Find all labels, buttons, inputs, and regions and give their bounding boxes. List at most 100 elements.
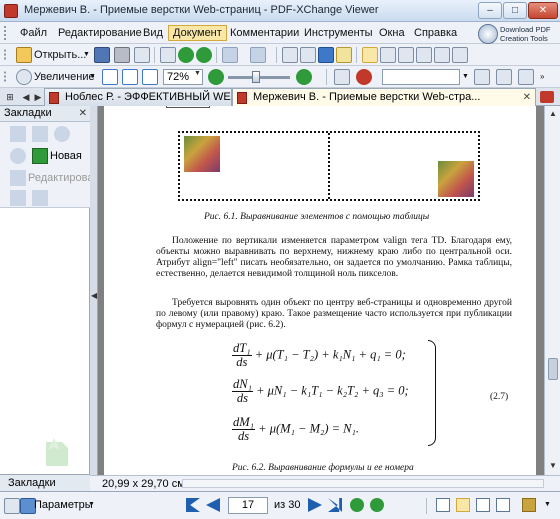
copy-icon[interactable] xyxy=(282,47,298,63)
open-dropdown-icon[interactable]: ▼ xyxy=(83,51,90,58)
redo-icon[interactable] xyxy=(250,47,266,63)
single-page-icon[interactable] xyxy=(436,498,450,512)
formula-3-numerator: dM₁ xyxy=(232,415,256,430)
options-dropdown-icon[interactable]: ▼ xyxy=(88,501,95,508)
formula-1: dT₁ ds + μ(T₁ − T₂) + k₁N₁ + q₁ = 0; xyxy=(232,342,406,369)
undo-icon[interactable] xyxy=(222,47,238,63)
link-icon[interactable] xyxy=(334,69,350,85)
nav-back-icon[interactable] xyxy=(350,498,364,512)
formula-1-denominator: ds xyxy=(236,355,248,369)
ads-icon[interactable] xyxy=(522,498,536,512)
search-dropdown-icon[interactable]: ▼ xyxy=(462,73,469,80)
email-icon[interactable] xyxy=(134,47,150,63)
first-page-icon[interactable] xyxy=(186,498,200,512)
save-icon[interactable] xyxy=(94,47,110,63)
bookmark-search-icon[interactable] xyxy=(10,148,26,164)
back-icon[interactable] xyxy=(178,47,194,63)
delete-bookmark-icon[interactable] xyxy=(10,190,26,206)
new-bookmark-icon[interactable] xyxy=(32,148,48,164)
bookmarks-bottom-tab[interactable]: Закладки xyxy=(0,474,90,491)
continuous-page-icon[interactable] xyxy=(456,498,470,512)
edit-bookmark-icon[interactable] xyxy=(10,170,26,186)
horizontal-scrollbar[interactable] xyxy=(182,479,544,488)
select-text-icon[interactable] xyxy=(380,47,396,63)
menu-tools[interactable]: Инструменты xyxy=(300,25,377,41)
page-number-input[interactable]: 17 xyxy=(228,497,268,514)
continuous-facing-icon[interactable] xyxy=(496,498,510,512)
last-page-icon[interactable] xyxy=(328,498,342,512)
minimize-button[interactable]: – xyxy=(478,2,502,19)
stamp-icon[interactable] xyxy=(434,47,450,63)
search-input[interactable] xyxy=(382,69,460,85)
forward-icon[interactable] xyxy=(196,47,212,63)
find-prev-icon[interactable] xyxy=(474,69,490,85)
fit-width-icon[interactable] xyxy=(142,69,158,85)
menu-windows[interactable]: Окна xyxy=(375,25,409,41)
tab-nobles[interactable]: Ноблес Р. - ЭФФЕКТИВНЫЙ WEB-САЙТ xyxy=(44,88,232,106)
open-folder-icon[interactable] xyxy=(16,47,32,63)
toolbar-grip xyxy=(4,71,14,83)
bookmark-properties-icon[interactable] xyxy=(32,190,48,206)
measure-icon[interactable] xyxy=(452,47,468,63)
menu-file[interactable]: Файл xyxy=(16,25,51,41)
stop-icon[interactable] xyxy=(356,69,372,85)
maximize-button[interactable]: □ xyxy=(503,2,527,19)
download-pdf-tools-button[interactable]: Download PDF Creation Tools xyxy=(478,24,558,46)
panel-splitter[interactable]: ◀ xyxy=(90,106,98,491)
collapse-bookmarks-icon[interactable] xyxy=(32,126,48,142)
scroll-down-icon[interactable]: ▼ xyxy=(547,460,559,472)
highlight-icon[interactable] xyxy=(518,69,534,85)
zoom-icon[interactable] xyxy=(16,69,32,85)
print-icon[interactable] xyxy=(114,47,130,63)
note-icon[interactable] xyxy=(336,47,352,63)
actual-size-icon[interactable] xyxy=(102,69,118,85)
bookmarks-panel-close-icon[interactable]: ✕ xyxy=(79,106,87,121)
menu-view[interactable]: Вид xyxy=(139,25,167,41)
typewriter-icon[interactable] xyxy=(416,47,432,63)
properties-icon[interactable] xyxy=(160,47,176,63)
open-button-label[interactable]: Открыть... xyxy=(34,49,86,61)
vertical-scrollbar[interactable]: ▲ ▼ xyxy=(544,106,560,475)
bottombar-overflow-icon[interactable]: ▼ xyxy=(544,501,551,508)
document-view[interactable]: Рис. 6.1. Выравнивание элементов с помощ… xyxy=(98,106,544,475)
snapshot-icon[interactable] xyxy=(398,47,414,63)
zoom-value-dropdown-icon[interactable]: ▼ xyxy=(194,70,201,77)
tab-merzhevich[interactable]: Мержевич В. - Приемые верстки Web-стра..… xyxy=(232,88,536,106)
menu-document[interactable]: Документ xyxy=(168,25,227,41)
vertical-scroll-thumb[interactable] xyxy=(548,358,558,380)
options-grid-icon[interactable] xyxy=(4,498,20,514)
facing-pages-icon[interactable] xyxy=(476,498,490,512)
zoom-dropdown-icon[interactable]: ▼ xyxy=(89,73,96,80)
menu-help[interactable]: Справка xyxy=(410,25,461,41)
hand-tool-icon[interactable] xyxy=(362,47,378,63)
toolbar-separator xyxy=(154,47,155,63)
zoom-in-icon[interactable] xyxy=(296,69,312,85)
page-size-label: 20,99 x 29,70 см xyxy=(102,478,185,490)
download-label: Download PDF Creation Tools xyxy=(500,25,551,43)
menu-comments[interactable]: Комментарии xyxy=(226,25,303,41)
previous-page-icon[interactable] xyxy=(206,498,220,512)
menu-edit[interactable]: Редактирование xyxy=(54,25,146,41)
new-bookmark-label[interactable]: Новая xyxy=(50,150,82,162)
zoom-slider-thumb[interactable] xyxy=(252,71,260,83)
tab-list-icon[interactable]: ⊞ xyxy=(4,91,16,103)
scroll-up-icon[interactable]: ▲ xyxy=(547,108,559,120)
edit-bookmark-label[interactable]: Редактироват xyxy=(28,172,98,184)
tab-scroll-left-icon[interactable]: ◀ xyxy=(20,91,32,103)
expand-bookmarks-icon[interactable] xyxy=(10,126,26,142)
next-page-icon[interactable] xyxy=(308,498,322,512)
cut-icon[interactable] xyxy=(300,47,316,63)
toolbar-overflow-icon[interactable]: » xyxy=(540,72,544,81)
find-next-icon[interactable] xyxy=(496,69,512,85)
close-button[interactable]: ✕ xyxy=(528,2,558,19)
find-bookmark-icon[interactable] xyxy=(54,126,70,142)
zoom-out-icon[interactable] xyxy=(208,69,224,85)
options-button-label[interactable]: Параметры xyxy=(34,499,93,511)
fit-page-icon[interactable] xyxy=(122,69,138,85)
find-icon[interactable] xyxy=(318,47,334,63)
nav-forward-icon[interactable] xyxy=(370,498,384,512)
zoom-label[interactable]: Увеличение xyxy=(34,71,95,83)
collapse-panel-icon[interactable]: ◀ xyxy=(91,291,97,300)
tab-scroll-right-icon[interactable]: ▶ xyxy=(32,91,44,103)
tab-close-icon[interactable]: ✕ xyxy=(523,89,531,106)
